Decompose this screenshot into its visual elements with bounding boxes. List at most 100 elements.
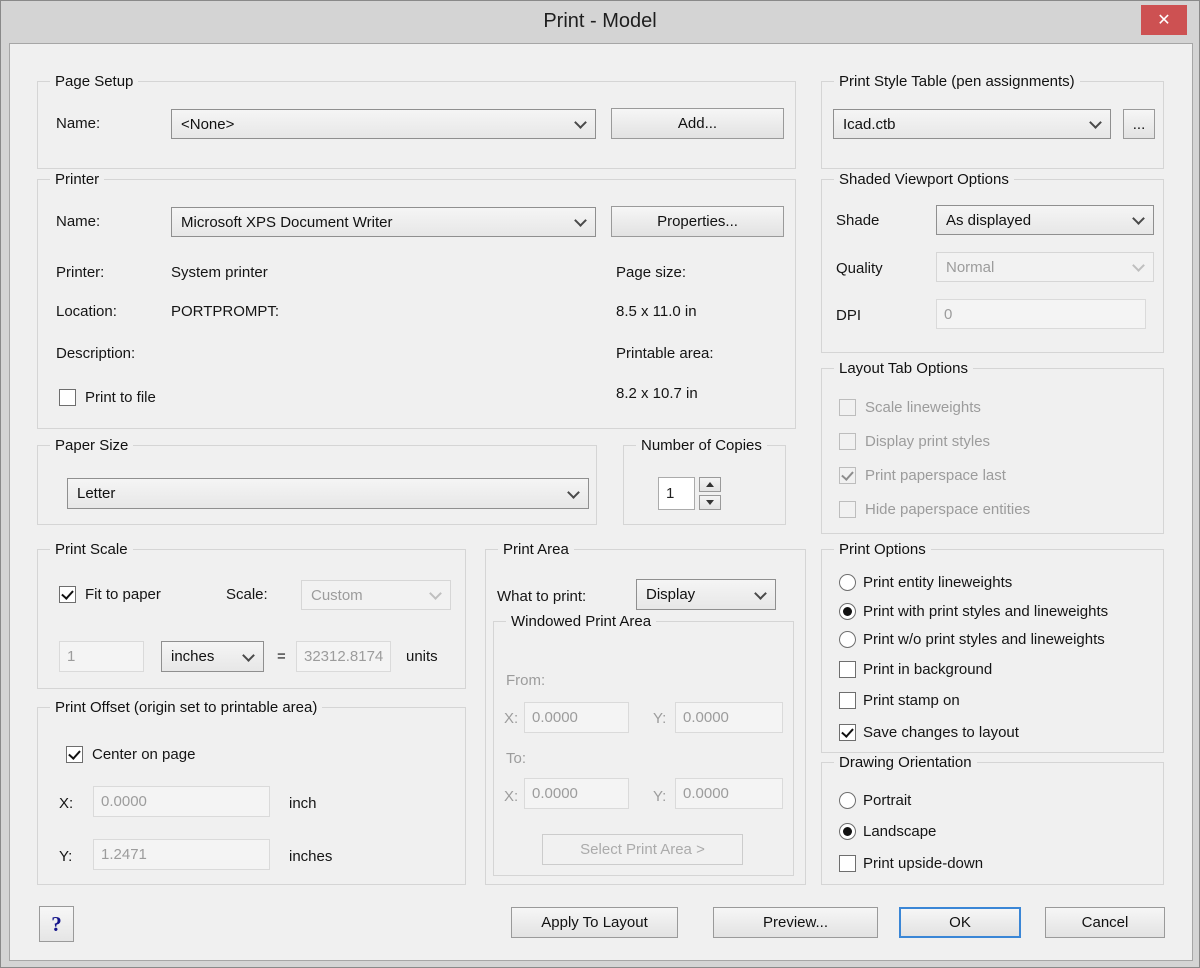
scale-lineweights-checkbox (839, 399, 856, 416)
spin-up-icon (706, 482, 714, 487)
landscape-label: Landscape (863, 822, 936, 842)
chevron-down-icon (243, 651, 254, 662)
print-to-file-label: Print to file (85, 388, 156, 408)
to-label: To: (506, 749, 526, 769)
print-in-background-label: Print in background (863, 660, 992, 680)
printer-row-value: System printer (171, 263, 268, 283)
print-in-background-checkbox[interactable] (839, 661, 856, 678)
print-stamp-on-checkbox[interactable] (839, 692, 856, 709)
display-print-styles-label: Display print styles (865, 432, 990, 452)
paper-size-select[interactable]: Letter (67, 478, 589, 509)
page-setup-name-value: <None> (181, 116, 234, 133)
what-to-print-value: Display (646, 586, 695, 603)
add-page-setup-button[interactable]: Add... (611, 108, 784, 139)
description-label: Description: (56, 344, 135, 364)
print-style-table-select[interactable]: Icad.ctb (833, 109, 1111, 139)
chevron-down-icon (568, 488, 579, 499)
print-entity-lineweights-radio[interactable] (839, 574, 856, 591)
printer-row-label: Printer: (56, 263, 104, 283)
printer-name-value: Microsoft XPS Document Writer (181, 214, 392, 231)
printer-name-label: Name: (56, 212, 100, 232)
equals-sign: = (277, 647, 286, 667)
offset-y-unit: inches (289, 847, 332, 867)
group-shaded-viewport-legend: Shaded Viewport Options (834, 170, 1014, 190)
dpi-label: DPI (836, 306, 861, 326)
print-paperspace-last-checkbox (839, 467, 856, 484)
group-layout-tab-options-legend: Layout Tab Options (834, 359, 973, 379)
page-size-value: 8.5 x 11.0 in (616, 302, 697, 322)
select-print-area-button: Select Print Area > (542, 834, 743, 865)
cancel-button[interactable]: Cancel (1045, 907, 1165, 938)
print-entity-lineweights-label: Print entity lineweights (863, 573, 1012, 593)
print-without-styles-label: Print w/o print styles and lineweights (863, 630, 1105, 650)
group-print-offset-legend: Print Offset (origin set to printable ar… (50, 698, 322, 718)
print-stamp-on-label: Print stamp on (863, 691, 960, 711)
to-y-label: Y: (653, 787, 666, 807)
dpi-input: 0 (936, 299, 1146, 329)
location-label: Location: (56, 302, 117, 322)
scale-lineweights-label: Scale lineweights (865, 398, 981, 418)
print-with-styles-radio[interactable] (839, 603, 856, 620)
what-to-print-label: What to print: (497, 587, 586, 607)
from-y-label: Y: (653, 709, 666, 729)
hide-paperspace-entities-label: Hide paperspace entities (865, 500, 1030, 520)
print-upside-down-checkbox[interactable] (839, 855, 856, 872)
close-button[interactable]: ✕ (1141, 5, 1187, 35)
offset-y-label: Y: (59, 847, 72, 867)
scale-label: Scale: (226, 585, 268, 605)
to-x-input: 0.0000 (524, 778, 629, 809)
page-setup-name-label: Name: (56, 114, 100, 134)
quality-select: Normal (936, 252, 1154, 282)
group-paper-size-legend: Paper Size (50, 436, 133, 456)
printer-name-select[interactable]: Microsoft XPS Document Writer (171, 207, 596, 237)
dialog-title: Print - Model (1, 1, 1199, 41)
fit-to-paper-checkbox[interactable] (59, 586, 76, 603)
ok-button[interactable]: OK (899, 907, 1021, 938)
print-with-styles-label: Print with print styles and lineweights (863, 602, 1108, 622)
paper-unit-select[interactable]: inches (161, 641, 264, 672)
what-to-print-select[interactable]: Display (636, 579, 776, 610)
display-print-styles-checkbox (839, 433, 856, 450)
print-style-table-value: Icad.ctb (843, 116, 896, 133)
offset-x-label: X: (59, 794, 73, 814)
copies-spin-down-button[interactable] (699, 495, 721, 510)
quality-label: Quality (836, 259, 883, 279)
group-page-setup-legend: Page Setup (50, 72, 138, 92)
center-on-page-checkbox[interactable] (66, 746, 83, 763)
help-icon: ? (51, 912, 62, 937)
page-setup-name-select[interactable]: <None> (171, 109, 596, 139)
printer-properties-button[interactable]: Properties... (611, 206, 784, 237)
portrait-label: Portrait (863, 791, 911, 811)
drawing-units-input: 32312.8174 (296, 641, 391, 672)
from-x-input: 0.0000 (524, 702, 629, 733)
offset-x-input: 0.0000 (93, 786, 270, 817)
from-y-input: 0.0000 (675, 702, 783, 733)
save-changes-to-layout-checkbox[interactable] (839, 724, 856, 741)
group-print-options-legend: Print Options (834, 540, 931, 560)
copies-spin-up-button[interactable] (699, 477, 721, 492)
fit-to-paper-label: Fit to paper (85, 585, 161, 605)
print-style-browse-button[interactable]: ... (1123, 109, 1155, 139)
chevron-down-icon (1133, 214, 1144, 225)
shade-label: Shade (836, 211, 879, 231)
group-print-style-table-legend: Print Style Table (pen assignments) (834, 72, 1080, 92)
chevron-down-icon (755, 589, 766, 600)
print-without-styles-radio[interactable] (839, 631, 856, 648)
group-drawing-orientation-legend: Drawing Orientation (834, 753, 977, 773)
print-to-file-checkbox[interactable] (59, 389, 76, 406)
to-x-label: X: (504, 787, 518, 807)
offset-y-input: 1.2471 (93, 839, 270, 870)
help-button[interactable]: ? (39, 906, 74, 942)
shade-select[interactable]: As displayed (936, 205, 1154, 235)
close-icon: ✕ (1157, 10, 1170, 30)
chevron-down-icon (1090, 118, 1101, 129)
apply-to-layout-button[interactable]: Apply To Layout (511, 907, 678, 938)
from-x-label: X: (504, 709, 518, 729)
hide-paperspace-entities-checkbox (839, 501, 856, 518)
print-dialog-window: Print - Model ✕ Page Setup Name: <None> … (0, 0, 1200, 968)
preview-button[interactable]: Preview... (713, 907, 878, 938)
copies-input[interactable]: 1 (658, 477, 695, 510)
landscape-radio[interactable] (839, 823, 856, 840)
center-on-page-label: Center on page (92, 745, 195, 765)
portrait-radio[interactable] (839, 792, 856, 809)
